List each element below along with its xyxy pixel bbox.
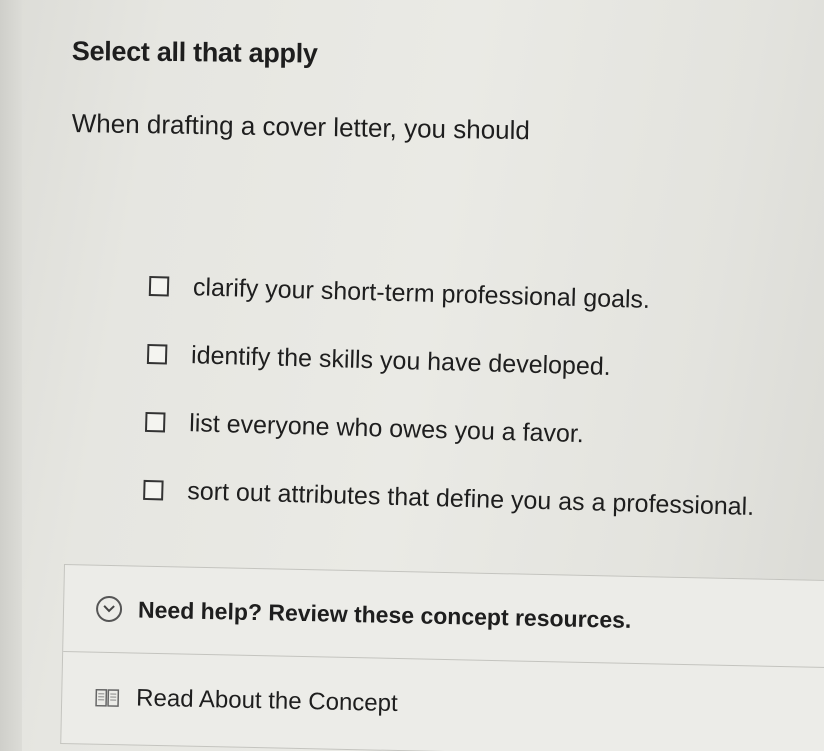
resource-read-about-concept[interactable]: Read About the Concept [61,652,824,751]
instruction-text: Select all that apply [71,36,318,69]
resource-label: Read About the Concept [135,684,398,718]
option-label: identify the skills you have developed. [190,340,612,381]
checkbox[interactable] [146,343,168,365]
help-panel: Need help? Review these concept resource… [60,564,824,751]
left-edge-shadow [0,0,22,751]
help-toggle-label: Need help? Review these concept resource… [137,596,632,633]
answer-options: clarify your short-term professional goa… [142,252,809,542]
checkbox[interactable] [144,411,166,433]
help-toggle[interactable]: Need help? Review these concept resource… [63,565,824,669]
checkbox[interactable] [143,479,164,501]
option-label: clarify your short-term professional goa… [192,272,651,314]
chevron-down-circle-icon[interactable] [95,595,123,623]
option-label: sort out attributes that define you as a… [186,476,755,521]
book-icon [94,687,120,710]
option-label: list everyone who owes you a favor. [188,408,585,448]
checkbox[interactable] [148,275,170,297]
